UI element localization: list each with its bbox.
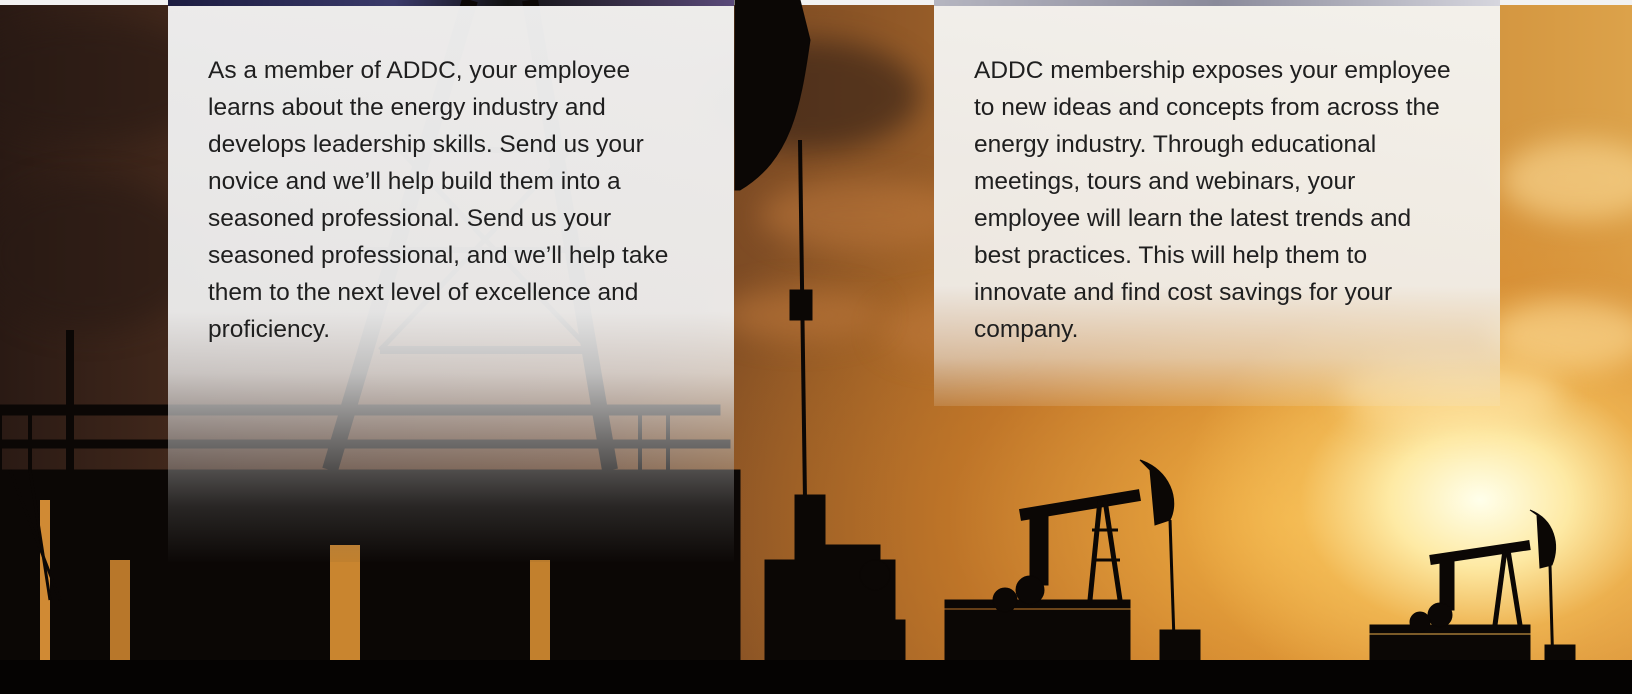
info-card-industry-exposure: ADDC membership exposes your employee to… bbox=[934, 6, 1500, 406]
ground bbox=[0, 660, 1632, 694]
card-body-text: ADDC membership exposes your employee to… bbox=[974, 57, 1451, 343]
card-body-text: As a member of ADDC, your employee learn… bbox=[208, 57, 669, 343]
info-card-leadership: As a member of ADDC, your employee learn… bbox=[168, 6, 734, 562]
